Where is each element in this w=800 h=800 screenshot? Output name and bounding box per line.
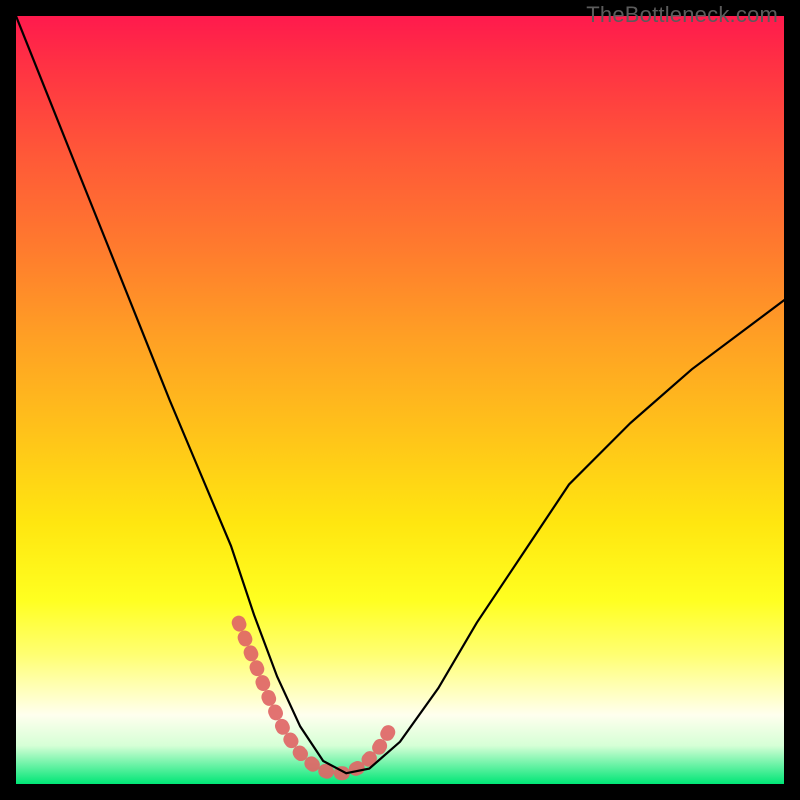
chart-frame: TheBottleneck.com: [0, 0, 800, 800]
plot-area: [16, 16, 784, 784]
watermark-text: TheBottleneck.com: [586, 2, 778, 28]
curve-layer: [16, 16, 784, 784]
bottleneck-curve-path: [16, 16, 784, 773]
